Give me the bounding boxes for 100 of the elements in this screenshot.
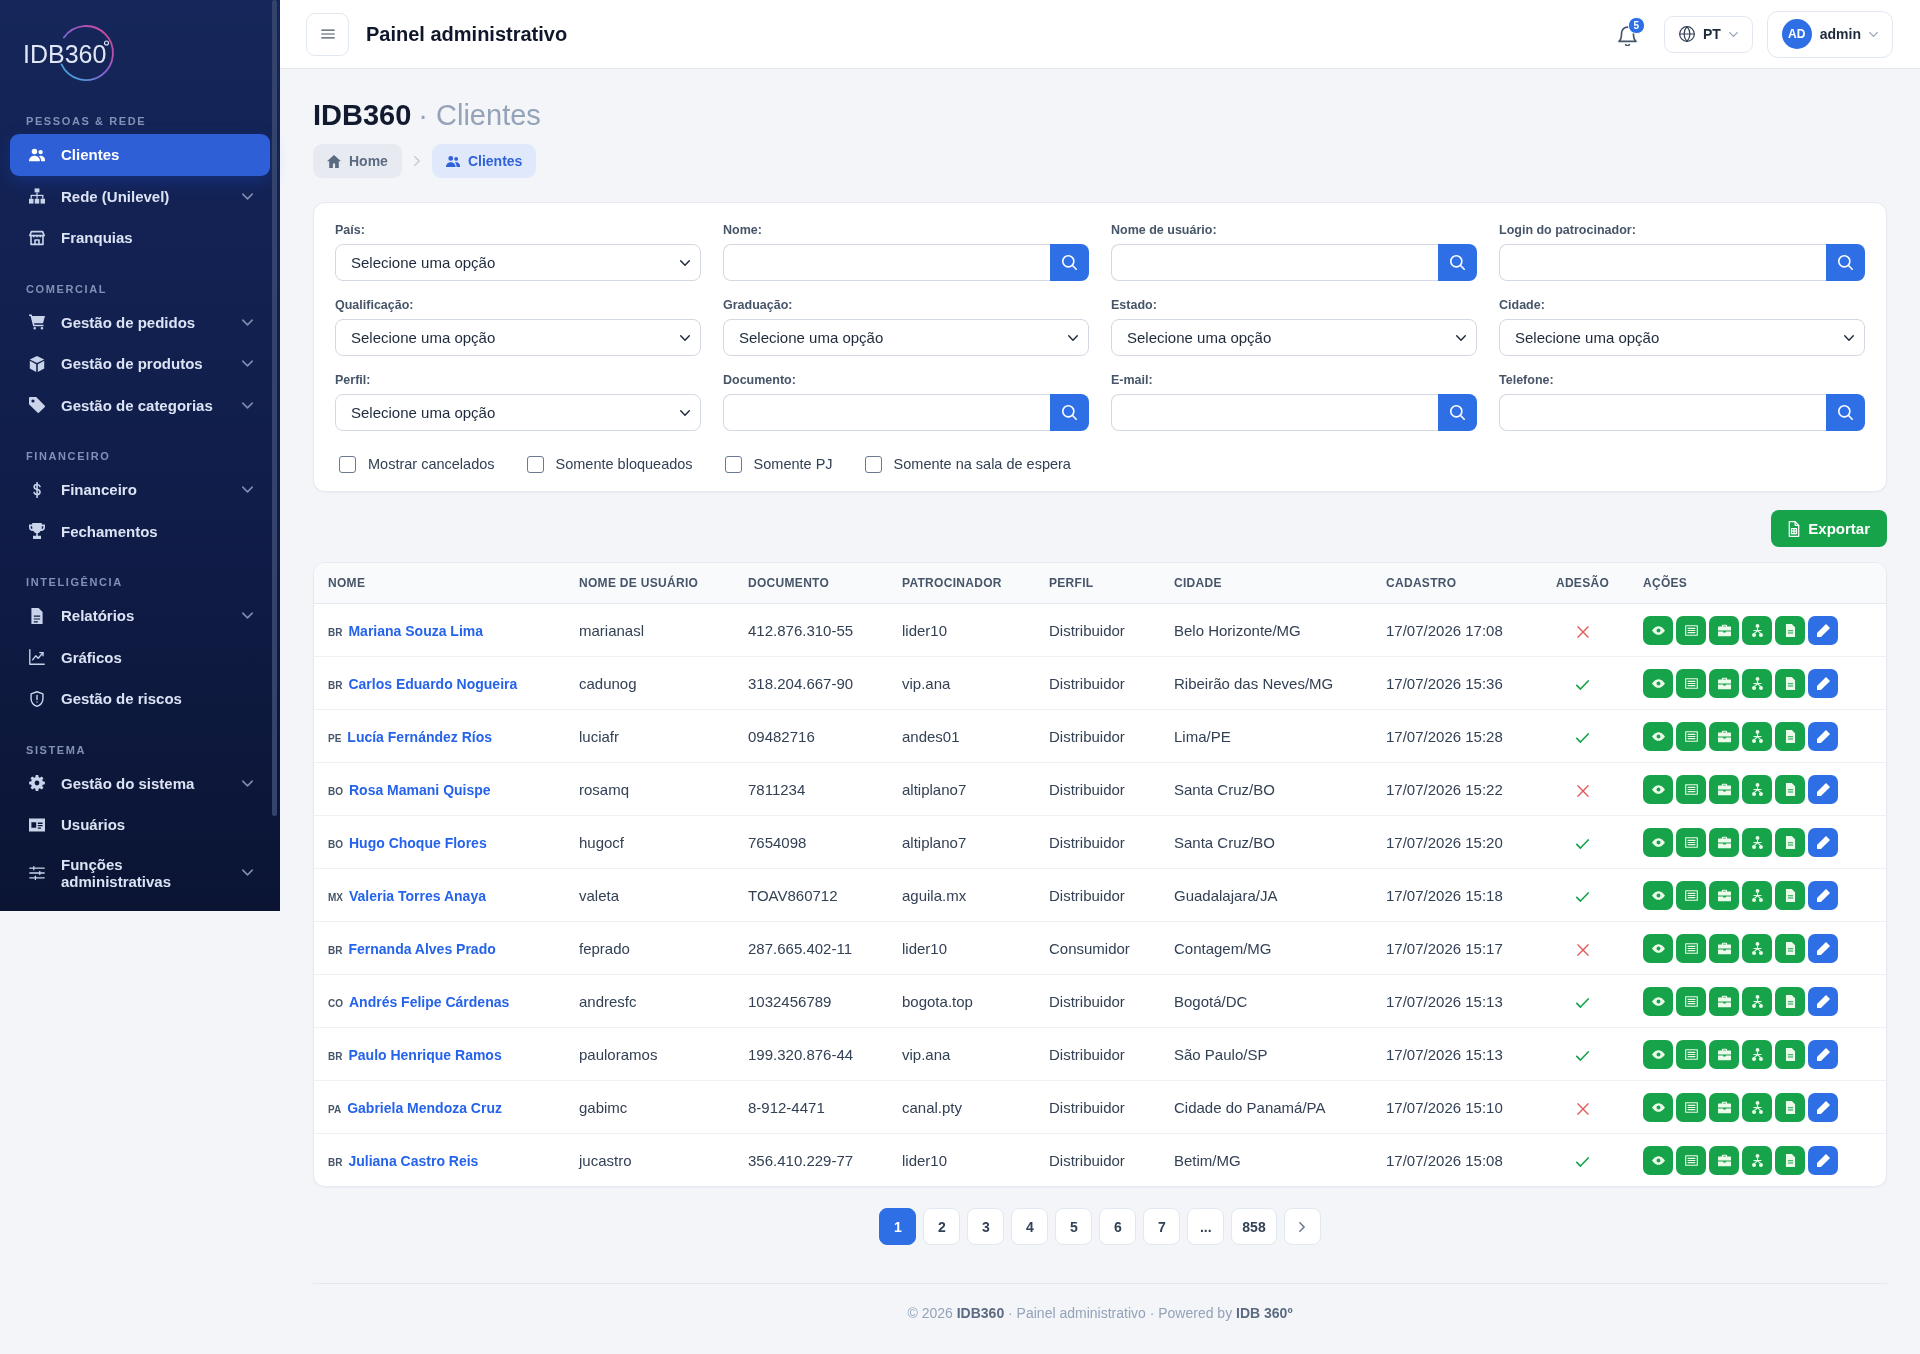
view-button[interactable]	[1643, 880, 1673, 910]
network-button[interactable]	[1742, 1145, 1772, 1175]
network-button[interactable]	[1742, 774, 1772, 804]
page-button[interactable]: 2	[923, 1208, 961, 1245]
document-button[interactable]	[1775, 933, 1805, 963]
edit-button[interactable]	[1808, 774, 1838, 804]
page-button[interactable]: 7	[1143, 1208, 1181, 1245]
details-button[interactable]	[1676, 721, 1706, 751]
details-button[interactable]	[1676, 933, 1706, 963]
network-button[interactable]	[1742, 1039, 1772, 1069]
view-button[interactable]	[1643, 986, 1673, 1016]
checkbox[interactable]	[339, 455, 356, 473]
network-button[interactable]	[1742, 615, 1772, 645]
view-button[interactable]	[1643, 827, 1673, 857]
edit-button[interactable]	[1808, 668, 1838, 698]
details-button[interactable]	[1676, 1145, 1706, 1175]
edit-button[interactable]	[1808, 827, 1838, 857]
sidebar-item[interactable]: Fechamentos	[10, 510, 270, 552]
search-input[interactable]	[723, 394, 1050, 431]
checkbox[interactable]	[526, 455, 544, 473]
select-field[interactable]: Selecione uma opção	[1111, 319, 1477, 356]
edit-button[interactable]	[1808, 1039, 1838, 1069]
briefcase-button[interactable]	[1709, 774, 1739, 804]
client-name-link[interactable]: Andrés Felipe Cárdenas	[349, 993, 510, 1010]
page-button[interactable]: 4	[1011, 1208, 1049, 1245]
select-field[interactable]: Selecione uma opção	[335, 244, 701, 281]
search-button[interactable]	[1438, 244, 1477, 281]
client-name-link[interactable]: Mariana Souza Lima	[348, 622, 484, 639]
network-button[interactable]	[1742, 827, 1772, 857]
document-button[interactable]	[1775, 774, 1805, 804]
sidebar-item[interactable]: Gestão de produtos	[10, 343, 270, 385]
network-button[interactable]	[1742, 721, 1772, 751]
view-button[interactable]	[1643, 1039, 1673, 1069]
details-button[interactable]	[1676, 1092, 1706, 1122]
breadcrumb-link[interactable]: Home	[313, 144, 402, 178]
language-button[interactable]: PT	[1663, 15, 1753, 53]
page-button[interactable]: 6	[1099, 1208, 1137, 1245]
briefcase-button[interactable]	[1709, 615, 1739, 645]
briefcase-button[interactable]	[1709, 668, 1739, 698]
client-name-link[interactable]: Lucía Fernández Ríos	[347, 728, 493, 745]
document-button[interactable]	[1775, 615, 1805, 645]
view-button[interactable]	[1643, 615, 1673, 645]
page-button[interactable]: 858	[1231, 1208, 1277, 1245]
search-button[interactable]	[1050, 244, 1089, 281]
edit-button[interactable]	[1808, 880, 1838, 910]
edit-button[interactable]	[1808, 615, 1838, 645]
briefcase-button[interactable]	[1709, 827, 1739, 857]
checkbox[interactable]	[864, 455, 882, 473]
select-field[interactable]: Selecione uma opção	[335, 319, 701, 356]
document-button[interactable]	[1775, 880, 1805, 910]
sidebar-item[interactable]: Gestão de categorias	[10, 384, 270, 426]
page-button[interactable]: 5	[1055, 1208, 1093, 1245]
briefcase-button[interactable]	[1709, 880, 1739, 910]
page-button[interactable]: 1	[879, 1208, 917, 1245]
network-button[interactable]	[1742, 933, 1772, 963]
select-field[interactable]: Selecione uma opção	[723, 319, 1089, 356]
search-input[interactable]	[1499, 244, 1826, 281]
briefcase-button[interactable]	[1709, 1092, 1739, 1122]
document-button[interactable]	[1775, 721, 1805, 751]
page-button[interactable]: ...	[1187, 1208, 1225, 1245]
client-name-link[interactable]: Carlos Eduardo Nogueira	[348, 675, 518, 692]
document-button[interactable]	[1775, 668, 1805, 698]
client-name-link[interactable]: Valeria Torres Anaya	[349, 887, 486, 904]
edit-button[interactable]	[1808, 721, 1838, 751]
document-button[interactable]	[1775, 1145, 1805, 1175]
network-button[interactable]	[1742, 880, 1772, 910]
search-button[interactable]	[1050, 394, 1089, 431]
search-button[interactable]	[1826, 394, 1865, 431]
client-name-link[interactable]: Paulo Henrique Ramos	[348, 1046, 502, 1063]
edit-button[interactable]	[1808, 1092, 1838, 1122]
sidebar-item[interactable]: Usuários	[10, 804, 270, 846]
view-button[interactable]	[1643, 1092, 1673, 1122]
document-button[interactable]	[1775, 1092, 1805, 1122]
client-name-link[interactable]: Rosa Mamani Quispe	[349, 781, 491, 798]
document-button[interactable]	[1775, 1039, 1805, 1069]
edit-button[interactable]	[1808, 986, 1838, 1016]
sidebar-item[interactable]: Franquias	[10, 217, 270, 259]
edit-button[interactable]	[1808, 933, 1838, 963]
edit-button[interactable]	[1808, 1145, 1838, 1175]
document-button[interactable]	[1775, 827, 1805, 857]
breadcrumb-link[interactable]: Clientes	[431, 144, 537, 178]
sidebar-item[interactable]: Gestão de pedidos	[10, 301, 270, 343]
sidebar-item[interactable]: Rede (Unilevel)	[10, 175, 270, 217]
details-button[interactable]	[1676, 668, 1706, 698]
view-button[interactable]	[1643, 933, 1673, 963]
details-button[interactable]	[1676, 986, 1706, 1016]
sidebar-item[interactable]: Relatórios	[10, 595, 270, 637]
search-button[interactable]	[1826, 244, 1865, 281]
search-input[interactable]	[1499, 394, 1826, 431]
select-field[interactable]: Selecione uma opção	[1499, 319, 1865, 356]
search-input[interactable]	[1111, 244, 1438, 281]
details-button[interactable]	[1676, 880, 1706, 910]
network-button[interactable]	[1742, 1092, 1772, 1122]
view-button[interactable]	[1643, 668, 1673, 698]
details-button[interactable]	[1676, 615, 1706, 645]
network-button[interactable]	[1742, 668, 1772, 698]
search-input[interactable]	[723, 244, 1050, 281]
checkbox[interactable]	[724, 455, 742, 473]
user-menu-button[interactable]: AD admin	[1766, 10, 1893, 58]
view-button[interactable]	[1643, 1145, 1673, 1175]
